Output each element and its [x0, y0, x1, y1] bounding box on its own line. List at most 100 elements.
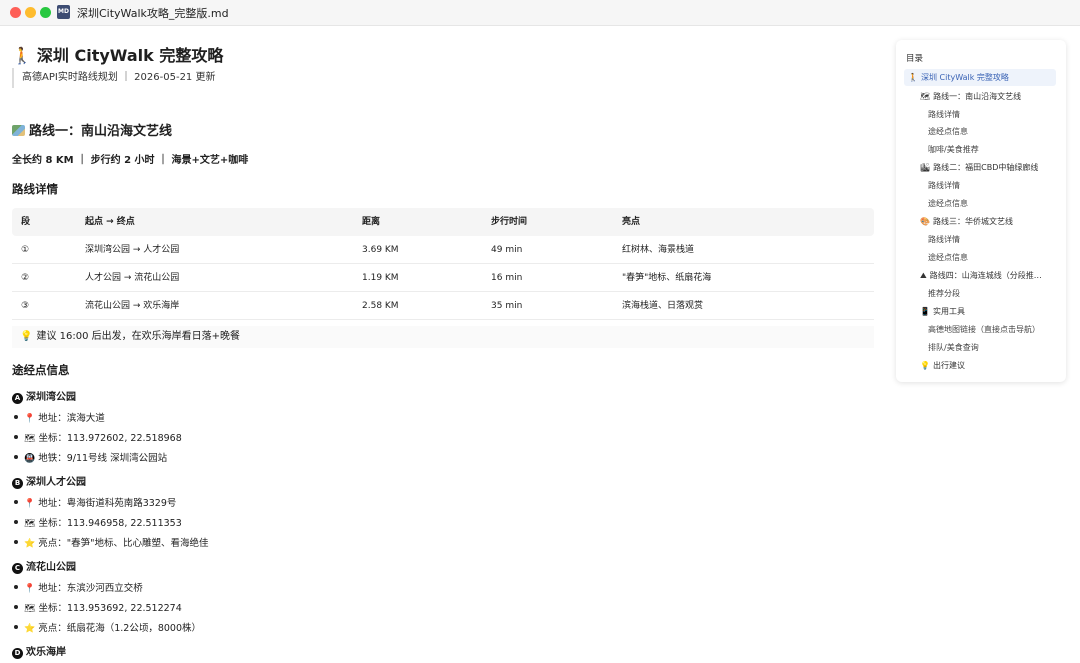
- mountain-icon: ⛰: [920, 271, 927, 280]
- route1-meta: 全长约 8 KM ｜ 步行约 2 小时 ｜ 海景+文艺+咖啡: [12, 155, 249, 166]
- toc-item-route4-segments[interactable]: 推荐分段: [928, 285, 960, 302]
- table-cell: 人才公园 → 流花山公园: [85, 273, 180, 283]
- city-icon: 🏙: [920, 163, 931, 172]
- table-of-contents: 目录 🚶 深圳 CityWalk 完整攻略 🗺 路线一：南山沿海文艺线 路线详情 途…: [896, 40, 1066, 382]
- toc-item-route2[interactable]: 🏙 路线二：福田CBD中轴绿廊线: [920, 159, 1038, 176]
- table-row: ③ 流花山公园 → 欢乐海岸 2.58 KM 35 min 滨海栈道、日落观赏: [12, 292, 874, 320]
- toc-title: 目录: [906, 54, 924, 64]
- table-header-cell: 段: [21, 217, 31, 227]
- toc-item-map-links[interactable]: 高德地图链接（直接点击导航）: [928, 321, 1040, 338]
- table-cell: 滨海栈道、日落观赏: [622, 301, 704, 311]
- list-item-text: 亮点："春笋"地标、比心雕塑、看海绝佳: [38, 538, 209, 549]
- map-icon: 🗺: [24, 434, 36, 444]
- poi-heading-c: C 流花山公园: [12, 558, 76, 574]
- list-item: 📍 地址：滨海大道: [14, 410, 105, 424]
- star-icon: ⭐: [24, 624, 36, 634]
- toc-item-label: 实用工具: [932, 307, 965, 316]
- window-titlebar: MD 深圳CityWalk攻略_完整版.md: [0, 0, 1080, 26]
- table-cell: 49 min: [491, 245, 523, 255]
- poi-heading-a: A 深圳湾公园: [12, 388, 76, 404]
- poi-name: 欢乐海岸: [26, 647, 66, 658]
- toc-item-route1-details[interactable]: 路线详情: [928, 106, 960, 123]
- list-item-text: 亮点：纸扇花海（1.2公顷，8000株）: [38, 623, 202, 634]
- toc-item-route1-food[interactable]: 咖啡/美食推荐: [928, 141, 979, 158]
- table-cell: 16 min: [491, 273, 523, 283]
- poi-heading: 途经点信息: [12, 363, 70, 377]
- toc-item-route4[interactable]: ⛰ 路线四：山海连城线（分段推…: [920, 267, 1042, 284]
- table-cell: ③: [21, 301, 30, 311]
- route1-heading: 路线一：南山沿海文艺线: [12, 120, 172, 139]
- table-row: ② 人才公园 → 流花山公园 1.19 KM 16 min "春笋"地标、纸扇花…: [12, 264, 874, 292]
- route1-heading-text: 路线一：南山沿海文艺线: [29, 124, 173, 139]
- toc-item-route3-details[interactable]: 路线详情: [928, 231, 960, 248]
- star-icon: ⭐: [24, 539, 36, 549]
- walking-person-icon: 🚶: [12, 46, 32, 65]
- table-header-cell: 亮点: [622, 217, 641, 227]
- table-cell: ②: [21, 273, 30, 283]
- toc-item-label: 路线一：南山沿海文艺线: [933, 92, 1022, 101]
- close-window-button[interactable]: [10, 7, 21, 18]
- table-cell: ①: [21, 245, 30, 255]
- list-item: 📍 地址：东滨沙河西立交桥: [14, 580, 143, 594]
- list-item-text: 坐标：113.972602, 22.518968: [38, 433, 182, 444]
- letter-c-badge-icon: C: [12, 563, 23, 574]
- toc-item-label: 路线四：山海连城线（分段推…: [929, 271, 1042, 280]
- page-title-text: 深圳 CityWalk 完整攻略: [36, 46, 224, 65]
- list-item: ⭐ 亮点："春笋"地标、比心雕塑、看海绝佳: [14, 535, 208, 549]
- toc-item-route1[interactable]: 🗺 路线一：南山沿海文艺线: [920, 88, 1021, 105]
- toc-item-route3-pois[interactable]: 途经点信息: [928, 249, 968, 266]
- list-item-text: 地址：粤海街道科苑南路3329号: [38, 498, 177, 509]
- page-title: 🚶 深圳 CityWalk 完整攻略: [12, 42, 223, 66]
- poi-name: 深圳湾公园: [26, 392, 76, 403]
- poi-name: 流花山公园: [26, 562, 76, 573]
- minimize-window-button[interactable]: [25, 7, 36, 18]
- table-row: ① 深圳湾公园 → 人才公园 3.69 KM 49 min 红树林、海景栈道: [12, 236, 874, 264]
- table-header-cell: 起点 → 终点: [85, 217, 135, 227]
- toc-item-queue-food[interactable]: 排队/美食查询: [928, 339, 979, 356]
- table-header: 段 起点 → 终点 距离 步行时间 亮点: [12, 208, 874, 236]
- toc-item-label: 出行建议: [932, 361, 965, 370]
- tip-text: 建议 16:00 后出发，在欢乐海岸看日落+晚餐: [36, 331, 241, 342]
- letter-d-badge-icon: D: [12, 648, 23, 659]
- list-item-text: 地址：东滨沙河西立交桥: [38, 583, 143, 594]
- poi-name: 深圳人才公园: [26, 477, 86, 488]
- list-item-text: 地址：滨海大道: [38, 413, 105, 424]
- toc-item-label: 路线三：华侨城文艺线: [932, 217, 1013, 226]
- window-title: 深圳CityWalk攻略_完整版.md: [77, 7, 229, 20]
- table-cell: 2.58 KM: [362, 301, 399, 311]
- list-item: 🗺 坐标：113.953692, 22.512274: [14, 600, 182, 614]
- poi-heading-d: D 欢乐海岸: [12, 643, 66, 659]
- pin-icon: 📍: [24, 499, 36, 509]
- toc-item-advice[interactable]: 💡 出行建议: [920, 357, 965, 374]
- zoom-window-button[interactable]: [40, 7, 51, 18]
- toc-item-route3[interactable]: 🎨 路线三：华侨城文艺线: [920, 213, 1013, 230]
- table-header-cell: 距离: [362, 217, 381, 227]
- list-item-text: 坐标：113.953692, 22.512274: [38, 603, 182, 614]
- palette-icon: 🎨: [920, 217, 930, 226]
- poi-heading-b: B 深圳人才公园: [12, 473, 86, 489]
- toc-item-label: 路线二：福田CBD中轴绿廊线: [933, 163, 1039, 172]
- list-item: 🗺 坐标：113.972602, 22.518968: [14, 430, 182, 444]
- phone-icon: 📱: [920, 307, 930, 316]
- table-cell: 流花山公园 → 欢乐海岸: [85, 301, 180, 311]
- subtitle-blockquote: 高德API实时路线规划 ｜ 2026-05-21 更新: [12, 68, 215, 88]
- list-item: 🚇 地铁：9/11号线 深圳湾公园站: [14, 450, 167, 464]
- table-cell: 红树林、海景栈道: [622, 245, 695, 255]
- document-body[interactable]: 🚶 深圳 CityWalk 完整攻略 高德API实时路线规划 ｜ 2026-05-…: [0, 26, 890, 663]
- walking-person-icon: 🚶: [908, 73, 918, 82]
- letter-a-badge-icon: A: [12, 393, 23, 404]
- list-item: 📍 地址：粤海街道科苑南路3329号: [14, 495, 176, 509]
- table-cell: "春笋"地标、纸扇花海: [622, 273, 712, 283]
- table-cell: 深圳湾公园 → 人才公园: [85, 245, 180, 255]
- toc-item-route2-details[interactable]: 路线详情: [928, 177, 960, 194]
- toc-item-title[interactable]: 🚶 深圳 CityWalk 完整攻略: [904, 69, 1056, 86]
- toc-item-route1-pois[interactable]: 途经点信息: [928, 123, 968, 140]
- lightbulb-icon: 💡: [20, 331, 33, 342]
- toc-item-route2-pois[interactable]: 途经点信息: [928, 195, 968, 212]
- list-item: 🗺 坐标：113.946958, 22.511353: [14, 515, 182, 529]
- route-table: 段 起点 → 终点 距离 步行时间 亮点 ① 深圳湾公园 → 人才公园 3.69…: [12, 208, 874, 320]
- table-cell: 1.19 KM: [362, 273, 399, 283]
- toc-item-tools[interactable]: 📱 实用工具: [920, 303, 965, 320]
- toc-item-label: 深圳 CityWalk 完整攻略: [920, 73, 1009, 82]
- list-item-text: 地铁：9/11号线 深圳湾公园站: [38, 453, 168, 464]
